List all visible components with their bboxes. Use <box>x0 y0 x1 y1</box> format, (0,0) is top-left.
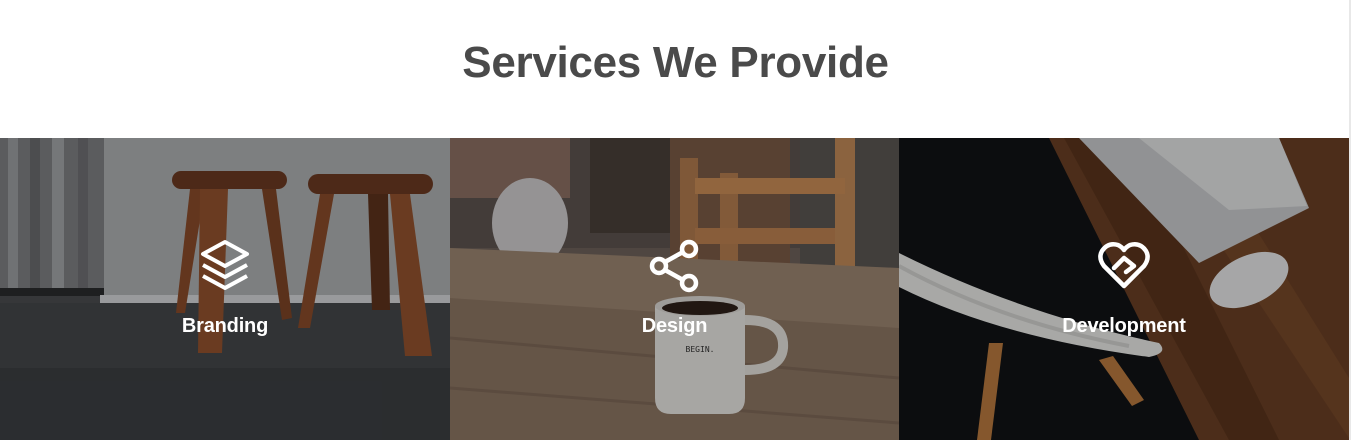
service-label-development: Development <box>1062 315 1186 337</box>
heart-icon <box>1098 242 1150 289</box>
layers-icon <box>201 240 249 290</box>
service-label-branding: Branding <box>181 315 269 337</box>
share-icon <box>649 239 698 293</box>
services-grid: Branding BEGIN. Design Development <box>0 138 1349 440</box>
service-card-branding[interactable]: Branding <box>0 138 450 440</box>
service-card-development[interactable]: Development <box>899 138 1349 440</box>
section-title: Services We Provide <box>462 38 889 87</box>
service-card-design[interactable]: BEGIN. Design <box>450 138 899 440</box>
service-label-design: Design <box>641 315 708 337</box>
